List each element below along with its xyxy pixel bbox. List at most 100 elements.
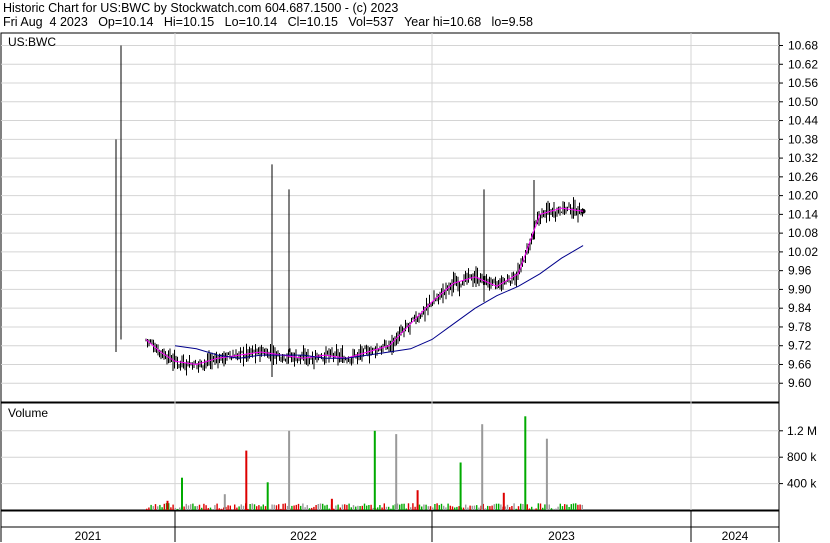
volume-bar <box>194 506 196 510</box>
volume-bar <box>434 504 436 510</box>
price-tick-label: 10.62 <box>788 57 818 71</box>
volume-bar <box>209 507 212 510</box>
volume-bar <box>201 507 203 510</box>
volume-bar <box>399 504 401 510</box>
volume-bar <box>214 505 216 510</box>
volume-bar <box>264 506 267 510</box>
volume-bar <box>438 505 440 510</box>
volume-bar <box>366 505 368 510</box>
volume-bar <box>524 416 527 510</box>
volume-bar <box>163 503 165 510</box>
volume-bar <box>564 504 566 510</box>
volume-bar <box>568 507 570 510</box>
volume-bar <box>449 505 451 510</box>
volume-bar <box>520 503 522 510</box>
volume-bar <box>324 505 326 510</box>
price-tick-label: 10.32 <box>788 151 818 165</box>
volume-bar <box>500 504 502 510</box>
volume-bar <box>526 504 528 510</box>
price-tick-label: 9.66 <box>788 357 812 371</box>
volume-bar <box>339 507 341 510</box>
volume-bar <box>306 505 308 510</box>
volume-bar <box>218 508 220 510</box>
volume-bar <box>304 507 306 510</box>
volume-bar <box>286 505 289 510</box>
volume-bar <box>355 506 357 510</box>
volume-bar <box>245 450 248 510</box>
volume-bar <box>414 506 416 510</box>
volume-bar <box>152 506 154 510</box>
volume-bar <box>577 504 579 510</box>
volume-bar <box>515 508 517 510</box>
volume-bar <box>240 504 242 510</box>
volume-bar <box>220 508 223 510</box>
volume-bar <box>440 503 443 510</box>
volume-bar <box>537 503 539 510</box>
volume-bar <box>469 505 471 510</box>
volume-bar <box>205 505 207 510</box>
volume-bar <box>236 507 238 510</box>
volume-bar <box>308 508 311 510</box>
volume-bar <box>373 430 376 510</box>
volume-bar <box>423 504 425 510</box>
volume-bar <box>459 462 462 510</box>
volume-bar <box>317 504 319 510</box>
volume-bar <box>487 505 489 510</box>
volume-bar <box>429 506 432 510</box>
volume-bar <box>176 508 179 510</box>
volume-bar <box>322 503 324 510</box>
volume-bar <box>575 503 577 510</box>
volume-bar <box>273 504 275 510</box>
volume-tick-label: 1.2 M <box>787 424 817 438</box>
volume-bar <box>553 508 555 510</box>
volume-bar <box>223 494 226 510</box>
price-tick-label: 10.56 <box>788 76 818 90</box>
volume-bar <box>458 506 460 510</box>
volume-bar <box>357 505 359 510</box>
volume-bar <box>403 503 405 510</box>
price-volume-chart: 10.68 10.62 10.56 10.50 10.44 10.38 10.32 10.26… <box>0 32 818 543</box>
volume-bar <box>421 506 423 510</box>
volume-bar <box>542 507 544 510</box>
volume-bar <box>559 503 561 510</box>
volume-bar <box>161 507 163 510</box>
volume-bar <box>407 503 410 510</box>
volume-bar <box>379 505 381 510</box>
volume-bar <box>185 503 187 510</box>
volume-bar <box>548 504 550 510</box>
volume-bar <box>293 505 295 510</box>
volume-bar <box>566 504 568 510</box>
volume-bar <box>484 508 487 510</box>
volume-bar <box>234 504 236 510</box>
volume-bar <box>372 507 374 510</box>
volume-bar <box>229 505 231 510</box>
volume-bar <box>174 507 176 510</box>
volume-bar <box>570 504 572 510</box>
volume-bar <box>278 504 280 510</box>
volume-bar <box>280 508 282 510</box>
volume-bar <box>535 508 537 510</box>
volume-bar <box>418 504 421 510</box>
price-tick-label: 10.02 <box>788 245 818 259</box>
price-tick-label: 9.96 <box>788 264 812 278</box>
volume-bar <box>451 506 454 510</box>
volume-bar <box>328 508 330 510</box>
volume-bar <box>425 504 427 510</box>
volume-tick-label: 400 k <box>787 477 817 491</box>
volume-bar <box>198 504 201 510</box>
volume-bar <box>550 508 553 510</box>
volume-bar <box>454 507 456 510</box>
volume-bar <box>370 504 372 510</box>
price-tick-label: 10.38 <box>788 132 818 146</box>
volume-bar <box>392 505 394 510</box>
price-tick-label: 9.60 <box>788 376 812 390</box>
volume-bar <box>561 506 564 510</box>
price-panel-title: US:BWC <box>8 35 56 49</box>
volume-bar <box>227 505 229 510</box>
volume-bar <box>190 504 192 510</box>
volume-bar <box>539 503 542 510</box>
volume-bar <box>311 507 313 510</box>
volume-bar <box>148 507 150 510</box>
volume-bar <box>495 503 498 510</box>
volume-bar <box>581 504 583 510</box>
